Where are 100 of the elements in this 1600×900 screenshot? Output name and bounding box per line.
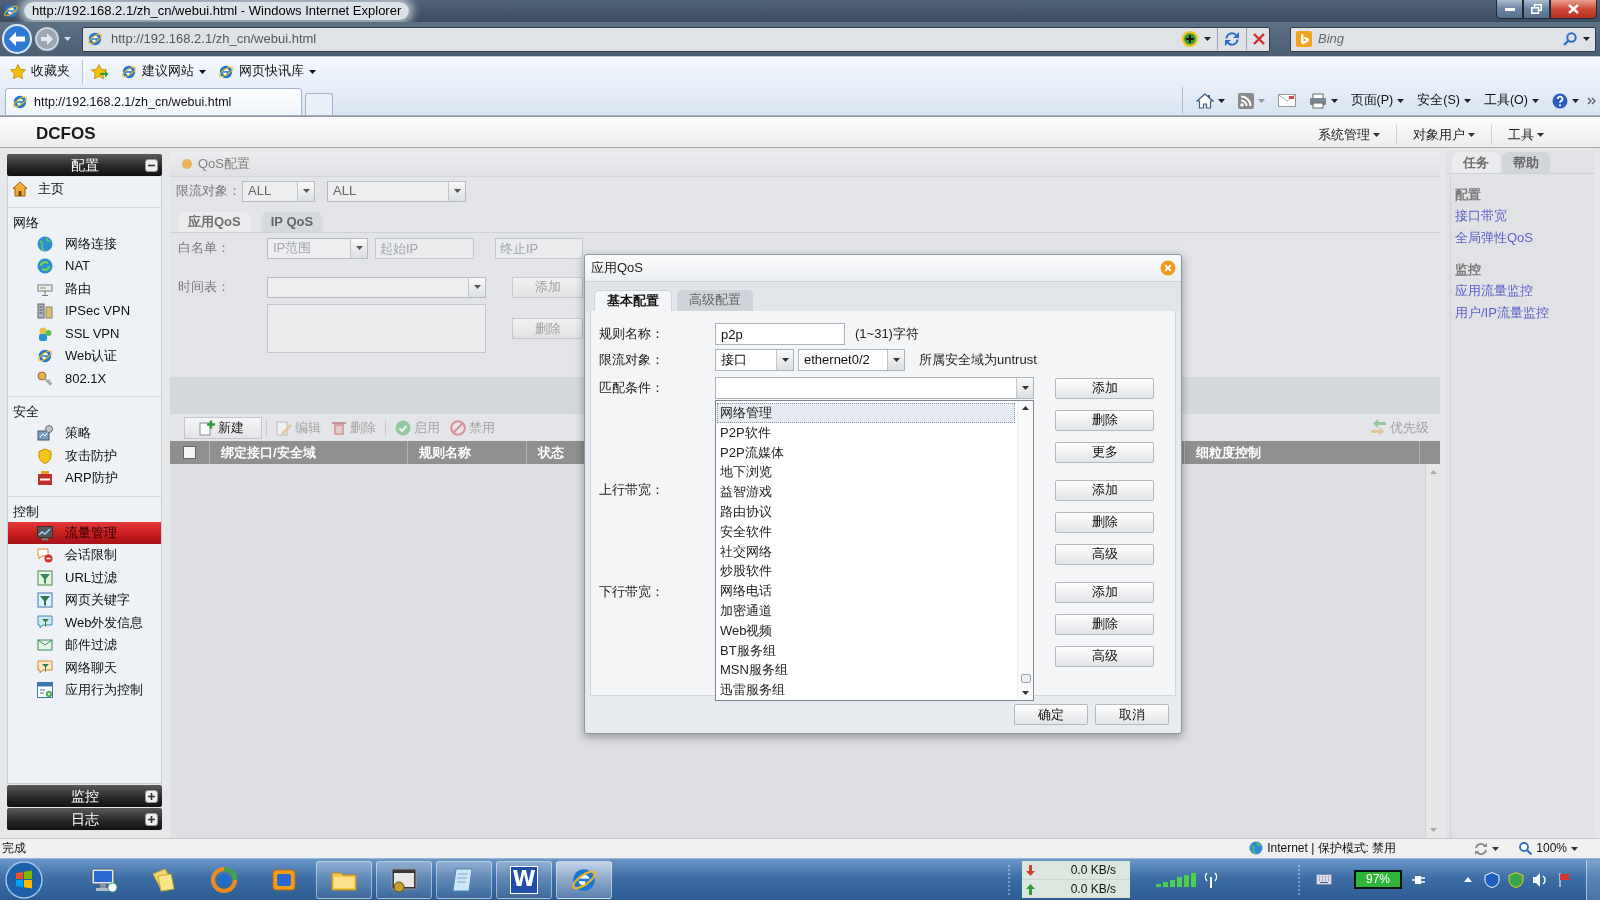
nav-item[interactable]: SSL VPN [8, 322, 161, 345]
search-icon[interactable] [1563, 32, 1577, 46]
taskbar-button[interactable] [316, 860, 372, 899]
advanced-button[interactable]: 高级 [1055, 645, 1154, 667]
expand-icon[interactable] [145, 812, 158, 826]
task-link[interactable]: 应用流量监控 [1455, 280, 1533, 302]
back-icon[interactable] [2, 24, 32, 54]
nav-item[interactable]: 网页关键字 [8, 589, 161, 612]
expand-icon[interactable] [145, 789, 158, 803]
tab[interactable]: 帮助 [1502, 152, 1550, 173]
nav-item[interactable]: 802.1X [8, 367, 161, 390]
nav-item[interactable]: 路由 [8, 277, 161, 300]
nav-item[interactable]: Web认证 [8, 345, 161, 368]
menu-button[interactable]: 工具 [1491, 124, 1560, 145]
speaker-icon[interactable] [1532, 871, 1548, 888]
dropdown-option[interactable]: 益智游戏 [717, 482, 1015, 502]
dropdown-option[interactable]: 炒股软件 [717, 561, 1015, 582]
command-menu[interactable]: 安全(S) [1412, 88, 1476, 113]
nav-item[interactable]: 流量管理 [8, 521, 161, 544]
dropdown-option[interactable]: 网络管理 [717, 403, 1015, 423]
dropdown-option[interactable]: P2P流媒体 [717, 442, 1015, 463]
nav-item[interactable]: NAT [8, 255, 161, 278]
dropdown-option[interactable]: 社交网络 [717, 541, 1015, 562]
command-menu[interactable]: 工具(O) [1478, 88, 1544, 113]
task-link[interactable]: 接口带宽 [1455, 205, 1507, 227]
caret-icon[interactable] [1583, 37, 1590, 41]
nav-item[interactable]: URL过滤 [8, 566, 161, 589]
nav-item[interactable]: 网络聊天 [8, 656, 161, 679]
taskbar-button[interactable] [436, 860, 492, 899]
minimize-button[interactable] [1496, 0, 1523, 19]
signal-bars-icon[interactable] [1156, 872, 1196, 887]
tab[interactable]: IP QoS [260, 212, 324, 232]
favorites-link[interactable]: 网页快讯库 [214, 59, 320, 84]
confirm-button[interactable]: 确定 [1014, 704, 1088, 725]
task-link[interactable]: 用户/IP流量监控 [1455, 302, 1549, 324]
nav-item[interactable]: 主页 [8, 178, 161, 201]
nav-item[interactable]: 应用行为控制 [8, 679, 161, 702]
zoom-button[interactable]: 100% [1519, 839, 1578, 858]
taskbar-button[interactable] [376, 860, 432, 899]
address-input[interactable]: http://192.168.2.1/zh_cn/webui.html [109, 31, 1176, 47]
stop-icon[interactable] [1253, 33, 1265, 45]
menu-button[interactable]: 对象用户 [1396, 124, 1491, 145]
dropdown-option[interactable]: 地下浏览 [717, 462, 1015, 483]
browser-tab[interactable]: http://192.168.2.1/zh_cn/webui.html [5, 88, 302, 115]
chevron-icon[interactable] [1587, 96, 1596, 105]
dropdown[interactable]: ethernet0/2 [798, 349, 905, 371]
taskbar-button[interactable]: W [496, 860, 552, 899]
panel-header[interactable]: 监控 [7, 785, 162, 807]
tab[interactable]: 任务 [1452, 152, 1500, 173]
antenna-icon[interactable] [1204, 871, 1218, 888]
task-link[interactable]: 全局弹性QoS [1455, 227, 1533, 249]
dropdown-option[interactable]: 路由协议 [717, 502, 1015, 522]
forward-icon[interactable] [35, 27, 59, 51]
advanced-button[interactable]: 高级 [1055, 543, 1154, 565]
nav-item[interactable]: ARP防护 [8, 467, 161, 490]
nav-item[interactable]: 策略 [8, 422, 161, 445]
nav-item[interactable]: IPSec VPN [8, 300, 161, 323]
panel-header[interactable]: 配置 [7, 154, 162, 176]
favorites-button[interactable]: 收藏夹 [6, 59, 74, 84]
close-button[interactable] [1550, 0, 1597, 19]
scrollbar-thumb[interactable] [1020, 674, 1031, 683]
more-button[interactable]: 更多 [1055, 441, 1154, 463]
compatibility-icon[interactable] [1182, 31, 1198, 47]
command-menu[interactable]: 页面(P) [1345, 88, 1410, 113]
refresh-icon[interactable] [1224, 31, 1240, 47]
add-button[interactable]: 添加 [1055, 377, 1154, 399]
dropdown-option[interactable]: Web视频 [717, 620, 1015, 641]
restore-button[interactable] [1523, 0, 1550, 19]
tab[interactable]: 基本配置 [594, 290, 672, 311]
delete-button[interactable]: 删除 [1055, 511, 1154, 533]
tab[interactable]: 应用QoS [178, 212, 251, 232]
nav-item[interactable]: 会话限制 [8, 544, 161, 567]
add-button[interactable]: 添加 [1055, 581, 1154, 603]
show-desktop-button[interactable] [1586, 859, 1600, 900]
dropdown-option[interactable]: P2P软件 [717, 422, 1015, 443]
cancel-button[interactable]: 取消 [1095, 704, 1169, 725]
collapse-icon[interactable] [145, 158, 158, 172]
keyboard-icon[interactable] [1316, 874, 1332, 885]
text-field[interactable]: p2p [715, 323, 845, 345]
start-orb-icon[interactable] [5, 860, 43, 899]
delete-button[interactable]: 删除 [1055, 409, 1154, 431]
add-favorite-icon[interactable] [91, 63, 109, 80]
dropdown-option[interactable]: 安全软件 [717, 521, 1015, 542]
dropdown-option[interactable]: 迅雷服务组 [717, 680, 1015, 700]
menu-button[interactable]: 系统管理 [1302, 124, 1396, 145]
shield-icon[interactable] [1508, 871, 1524, 888]
dropdown-option[interactable]: 加密通道 [717, 600, 1015, 621]
flag-icon[interactable] [1558, 871, 1572, 888]
add-button[interactable]: 添加 [1055, 479, 1154, 501]
panel-header[interactable]: 日志 [7, 808, 162, 830]
dropdown-option[interactable]: MSN服务组 [717, 660, 1015, 681]
nav-item[interactable]: 邮件过滤 [8, 634, 161, 657]
caret-icon[interactable] [1464, 877, 1472, 882]
nav-item[interactable]: 攻击防护 [8, 444, 161, 467]
checkbox[interactable] [183, 446, 196, 459]
favorites-link[interactable]: 建议网站 [117, 59, 210, 84]
caret-icon[interactable] [1204, 37, 1211, 41]
nav-item[interactable]: 网络连接 [8, 232, 161, 255]
dropdown[interactable]: ALL [242, 180, 315, 202]
tab[interactable]: 高级配置 [677, 290, 753, 311]
